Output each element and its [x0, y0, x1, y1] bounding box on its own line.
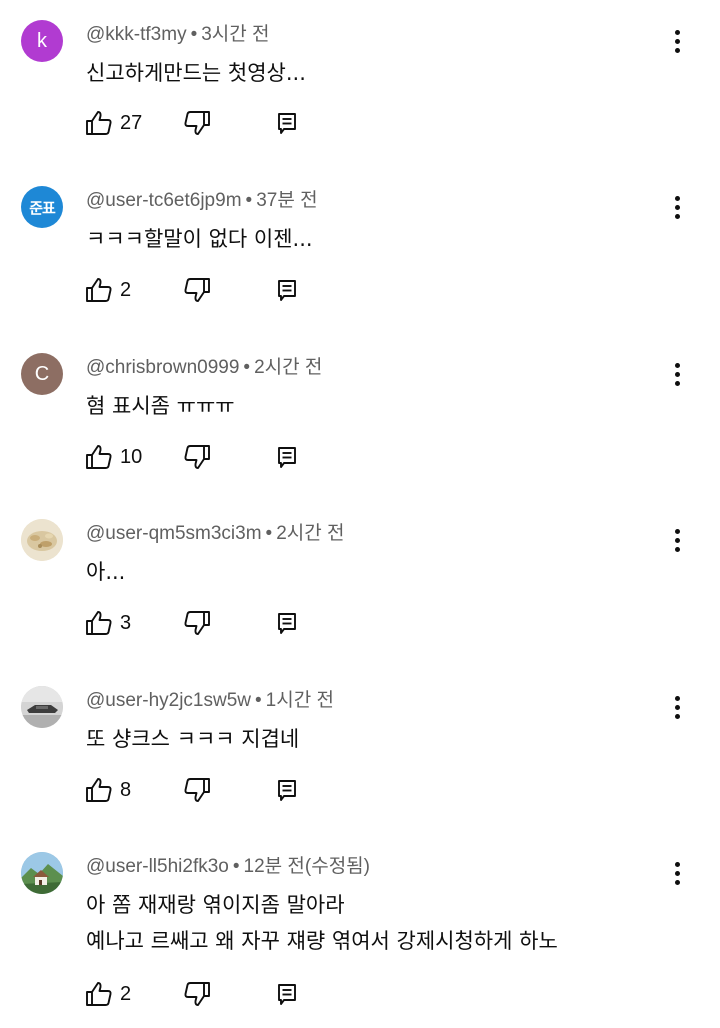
- separator-dot: •: [245, 190, 253, 211]
- comment-time: 2시간 전: [276, 523, 345, 544]
- comment-time: 1시간 전: [265, 690, 334, 711]
- comment-author[interactable]: @chrisbrown0999: [86, 357, 239, 378]
- avatar-letter: k: [37, 29, 47, 52]
- comment-author[interactable]: @user-ll5hi2fk3o: [86, 856, 229, 877]
- avatar[interactable]: k: [21, 20, 63, 62]
- reply-icon[interactable]: [272, 275, 302, 305]
- like-count: 8: [120, 779, 132, 801]
- separator-dot: •: [265, 523, 273, 544]
- comment-text: 아...: [86, 554, 125, 590]
- thumb-down-icon[interactable]: [182, 608, 212, 638]
- reply-icon[interactable]: [272, 775, 302, 805]
- avatar[interactable]: [21, 686, 63, 728]
- comment-line: 또 샹크스 ㅋㅋㅋ 지겹네: [86, 727, 300, 751]
- more-vert-icon[interactable]: [662, 525, 692, 555]
- avatar-image: [21, 686, 63, 728]
- separator-dot: •: [190, 24, 198, 45]
- comment-time: 12분 전(수정됨): [243, 856, 370, 877]
- thumb-up-icon[interactable]: [84, 608, 114, 638]
- avatar-letter: C: [34, 362, 50, 385]
- comment-meta: @chrisbrown0999 • 2시간 전: [86, 353, 322, 383]
- thumb-up-icon[interactable]: [84, 442, 114, 472]
- thumb-down-icon[interactable]: [182, 108, 212, 138]
- like-count: 2: [120, 279, 132, 301]
- comment-text: 또 샹크스 ㅋㅋㅋ 지겹네: [86, 721, 299, 757]
- thumb-up-icon[interactable]: [84, 775, 114, 805]
- comment-time: 37분 전: [256, 190, 318, 211]
- thumb-up-icon[interactable]: [84, 979, 114, 1009]
- reply-icon[interactable]: [272, 979, 302, 1009]
- more-vert-icon[interactable]: [662, 359, 692, 389]
- avatar-image: [21, 519, 63, 561]
- like-count: 3: [120, 612, 132, 634]
- comment-line: 아 쫌 재재랑 엮이지좀 말아라: [86, 893, 345, 917]
- like-count: 2: [120, 983, 132, 1005]
- avatar[interactable]: [21, 519, 63, 561]
- comment-text: 신고하게만드는 첫영상...: [86, 55, 306, 91]
- thumb-down-icon[interactable]: [182, 979, 212, 1009]
- comment-author[interactable]: @user-hy2jc1sw5w: [86, 690, 251, 711]
- avatar-letter: 준표: [29, 198, 56, 217]
- thumb-up-icon[interactable]: [84, 108, 114, 138]
- comment-line: 예나고 르쌔고 왜 자꾸 쟤량 엮여서 강제시청하게 하노: [86, 929, 558, 953]
- reply-icon[interactable]: [272, 108, 302, 138]
- avatar[interactable]: C: [21, 353, 63, 395]
- comment-meta: @user-ll5hi2fk3o • 12분 전(수정됨): [86, 852, 370, 882]
- like-count: 27: [120, 112, 143, 134]
- comment-meta: @kkk-tf3my • 3시간 전: [86, 20, 270, 50]
- comment-text: 혐 표시좀 ㅠㅠㅠ: [86, 388, 235, 424]
- comment-author[interactable]: @user-tc6et6jp9m: [86, 190, 242, 211]
- comment-line: 혐 표시좀 ㅠㅠㅠ: [86, 394, 235, 418]
- avatar-image: [21, 852, 63, 894]
- comment-text: ㅋㅋㅋ할말이 없다 이젠...: [86, 221, 313, 257]
- separator-dot: •: [255, 690, 262, 711]
- more-vert-icon[interactable]: [662, 692, 692, 722]
- comment-meta: @user-tc6et6jp9m • 37분 전: [86, 186, 318, 216]
- more-vert-icon[interactable]: [662, 858, 692, 888]
- more-vert-icon[interactable]: [662, 26, 692, 56]
- like-count: 10: [120, 446, 143, 468]
- thumb-up-icon[interactable]: [84, 275, 114, 305]
- thumb-down-icon[interactable]: [182, 442, 212, 472]
- comment-time: 3시간 전: [201, 24, 270, 45]
- separator-dot: •: [232, 856, 240, 877]
- thumb-down-icon[interactable]: [182, 775, 212, 805]
- reply-icon[interactable]: [272, 442, 302, 472]
- comment-line: 아...: [86, 560, 126, 584]
- comment-meta: @user-qm5sm3ci3m • 2시간 전: [86, 519, 345, 549]
- comment-author[interactable]: @user-qm5sm3ci3m: [86, 523, 262, 544]
- comment-line: 신고하게만드는 첫영상...: [86, 61, 306, 85]
- comment-author[interactable]: @kkk-tf3my: [86, 24, 187, 45]
- comment-meta: @user-hy2jc1sw5w • 1시간 전: [86, 686, 334, 716]
- comment-text: 아 쫌 재재랑 엮이지좀 말아라 예나고 르쌔고 왜 자꾸 쟤량 엮여서 강제시…: [86, 887, 558, 959]
- thumb-down-icon[interactable]: [182, 275, 212, 305]
- reply-icon[interactable]: [272, 608, 302, 638]
- avatar[interactable]: [21, 852, 63, 894]
- comment-line: ㅋㅋㅋ할말이 없다 이젠...: [86, 227, 313, 251]
- comment-time: 2시간 전: [254, 357, 323, 378]
- avatar[interactable]: 준표: [21, 186, 63, 228]
- separator-dot: •: [243, 357, 251, 378]
- more-vert-icon[interactable]: [662, 192, 692, 222]
